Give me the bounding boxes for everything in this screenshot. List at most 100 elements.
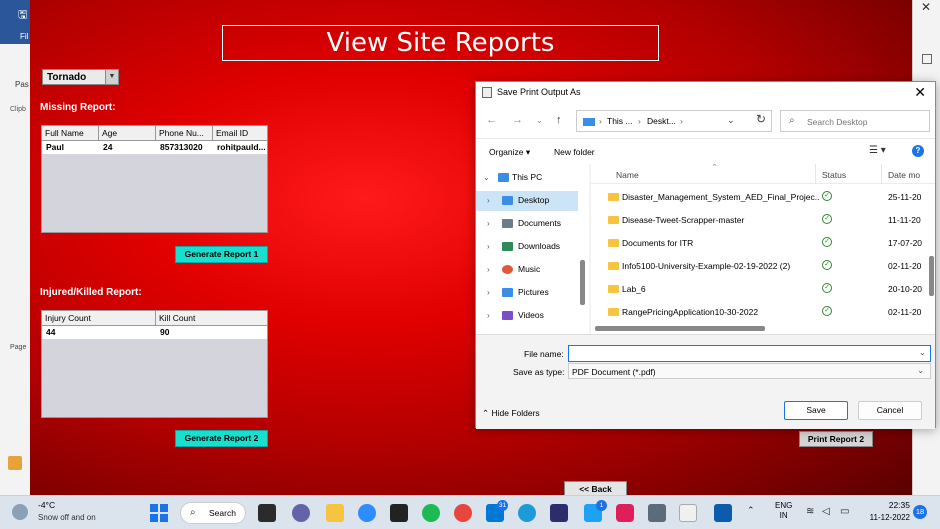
word-paste-button[interactable]: Pas xyxy=(15,80,29,89)
tree-item-desktop[interactable]: › Desktop xyxy=(476,191,578,211)
task-view-icon[interactable] xyxy=(258,504,276,522)
chevron-right-icon[interactable]: › xyxy=(487,265,490,274)
up-arrow-icon[interactable]: ↑ xyxy=(556,114,562,126)
column-divider[interactable] xyxy=(815,164,816,184)
organize-button[interactable]: Organize ▾ xyxy=(489,147,530,158)
monitor-icon xyxy=(583,118,595,126)
chevron-right-icon[interactable]: › xyxy=(487,311,490,320)
print-report-2-button[interactable]: Print Report 2 xyxy=(799,431,873,447)
teams-icon[interactable] xyxy=(292,504,310,522)
save-button[interactable]: Save xyxy=(784,401,848,420)
word-file-tab[interactable]: Fil xyxy=(20,32,28,41)
search-field[interactable]: ⌕ xyxy=(780,110,930,132)
back-arrow-icon[interactable]: ← xyxy=(486,114,497,126)
column-header[interactable]: Full Name xyxy=(42,126,99,141)
list-item[interactable]: Info5100-University-Example-02-19-2022 (… xyxy=(591,255,935,278)
chevron-down-icon[interactable]: ⌄ xyxy=(919,348,926,357)
new-folder-button[interactable]: New folder xyxy=(554,147,595,157)
generate-report-1-button[interactable]: Generate Report 1 xyxy=(175,246,268,263)
cancel-button[interactable]: Cancel xyxy=(858,401,922,420)
breadcrumb-this-pc[interactable]: This ... xyxy=(607,116,633,126)
forward-arrow-icon[interactable]: → xyxy=(512,114,523,126)
taskbar-search-button[interactable]: ⌕ Search xyxy=(180,502,246,524)
weather-icon[interactable] xyxy=(12,504,28,520)
column-header[interactable]: Age xyxy=(99,126,156,141)
recent-locations-chevron-icon[interactable]: ⌄ xyxy=(536,116,543,125)
chevron-right-icon[interactable]: › xyxy=(487,288,490,297)
notification-badge[interactable]: 18 xyxy=(913,505,927,519)
file-name-input[interactable] xyxy=(568,345,931,362)
column-header-name[interactable]: Name xyxy=(616,170,639,180)
refresh-icon[interactable]: ↻ xyxy=(756,112,766,126)
column-header[interactable]: Phone Nu... xyxy=(156,126,213,141)
generate-report-2-button[interactable]: Generate Report 2 xyxy=(175,430,268,447)
java-app-taskbar-icon[interactable] xyxy=(679,504,697,522)
weather-condition[interactable]: Snow off and on xyxy=(38,513,96,522)
chevron-right-icon[interactable]: › xyxy=(487,219,490,228)
tree-item-music[interactable]: › Music xyxy=(476,260,578,280)
chevron-down-icon[interactable]: ⌄ xyxy=(917,366,924,375)
missing-report-label: Missing Report: xyxy=(40,102,116,113)
list-item[interactable]: Lab_6 ✓ 20-10-20 xyxy=(591,278,935,301)
tree-item-pictures[interactable]: › Pictures xyxy=(476,283,578,303)
clock-date[interactable]: 11-12-2022 xyxy=(862,513,910,522)
chevron-down-icon[interactable]: ⌄ xyxy=(727,115,735,126)
windows-start-icon[interactable] xyxy=(150,504,168,522)
slack-icon[interactable] xyxy=(616,504,634,522)
edge-icon[interactable] xyxy=(518,504,536,522)
chevron-down-icon[interactable]: ⌄ xyxy=(483,173,490,182)
view-options-icon[interactable]: ☰ ▾ xyxy=(869,145,886,156)
weather-temperature[interactable]: -4°C xyxy=(38,500,55,510)
chrome-icon[interactable] xyxy=(454,504,472,522)
language-indicator[interactable]: ENG IN xyxy=(775,501,792,521)
list-item[interactable]: Disaster_Management_System_AED_Final_Pro… xyxy=(591,186,935,209)
background-close-icon[interactable]: ✕ xyxy=(921,0,931,14)
column-header[interactable]: Kill Count xyxy=(156,311,269,326)
chevron-down-icon[interactable]: ▼ xyxy=(105,70,118,84)
battery-icon[interactable]: ▭ xyxy=(840,506,849,517)
column-header-status[interactable]: Status xyxy=(822,170,846,180)
netbeans-icon[interactable] xyxy=(714,504,732,522)
system-tray-chevron-icon[interactable]: ⌃ xyxy=(747,505,755,516)
file-list-vertical-scrollbar[interactable] xyxy=(929,256,934,296)
tree-item-videos[interactable]: › Videos xyxy=(476,306,578,326)
address-bar[interactable]: › This ... › Deskt... › ⌄ xyxy=(576,110,772,132)
word-save-icon[interactable]: 🖫 xyxy=(18,6,27,25)
chevron-right-icon[interactable]: › xyxy=(487,196,490,205)
tree-item-downloads[interactable]: › Downloads xyxy=(476,237,578,257)
column-header-date[interactable]: Date mo xyxy=(888,170,920,180)
file-explorer-icon[interactable] xyxy=(326,504,344,522)
search-input[interactable] xyxy=(807,115,925,128)
file-name: Lab_6 xyxy=(622,284,646,294)
tree-item-this-pc[interactable]: ⌄ This PC xyxy=(476,168,578,188)
sticky-notes-icon[interactable] xyxy=(390,504,408,522)
column-header[interactable]: Email ID xyxy=(213,126,269,141)
table-row[interactable]: Paul 24 857313020 rohitpauld... xyxy=(42,141,267,154)
breadcrumb-desktop[interactable]: Deskt... xyxy=(647,116,676,126)
column-header[interactable]: Injury Count xyxy=(42,311,156,326)
list-item[interactable]: Documents for ITR ✓ 17-07-20 xyxy=(591,232,935,255)
visual-studio-icon[interactable] xyxy=(550,504,568,522)
close-icon[interactable]: ✕ xyxy=(914,84,926,101)
volume-icon[interactable]: ◁ xyxy=(822,506,830,517)
injured-report-label: Injured/Killed Report: xyxy=(40,287,142,298)
zoom-icon[interactable] xyxy=(358,504,376,522)
disaster-type-select[interactable]: Tornado ▼ xyxy=(42,69,119,85)
clock-time[interactable]: 22:35 xyxy=(876,500,910,510)
chevron-right-icon[interactable]: › xyxy=(487,242,490,251)
spotify-icon[interactable] xyxy=(422,504,440,522)
list-item[interactable]: Disease-Tweet-Scrapper-master ✓ 11-11-20 xyxy=(591,209,935,232)
wifi-icon[interactable]: ≋ xyxy=(806,506,814,517)
calculator-icon[interactable] xyxy=(648,504,666,522)
table-row[interactable]: 44 90 xyxy=(42,326,267,339)
column-divider[interactable] xyxy=(881,164,882,184)
hide-folders-button[interactable]: ⌃ Hide Folders xyxy=(482,408,540,419)
back-button[interactable]: << Back xyxy=(564,481,627,495)
tree-scrollbar[interactable] xyxy=(580,260,585,305)
videos-icon xyxy=(502,311,513,320)
list-item[interactable]: RangePricingApplication10-30-2022 ✓ 02-1… xyxy=(591,301,935,324)
file-list-horizontal-scrollbar[interactable] xyxy=(595,326,765,331)
tree-item-documents[interactable]: › Documents xyxy=(476,214,578,234)
save-type-select[interactable]: PDF Document (*.pdf) ⌄ xyxy=(568,363,931,379)
help-icon[interactable]: ? xyxy=(912,145,924,157)
